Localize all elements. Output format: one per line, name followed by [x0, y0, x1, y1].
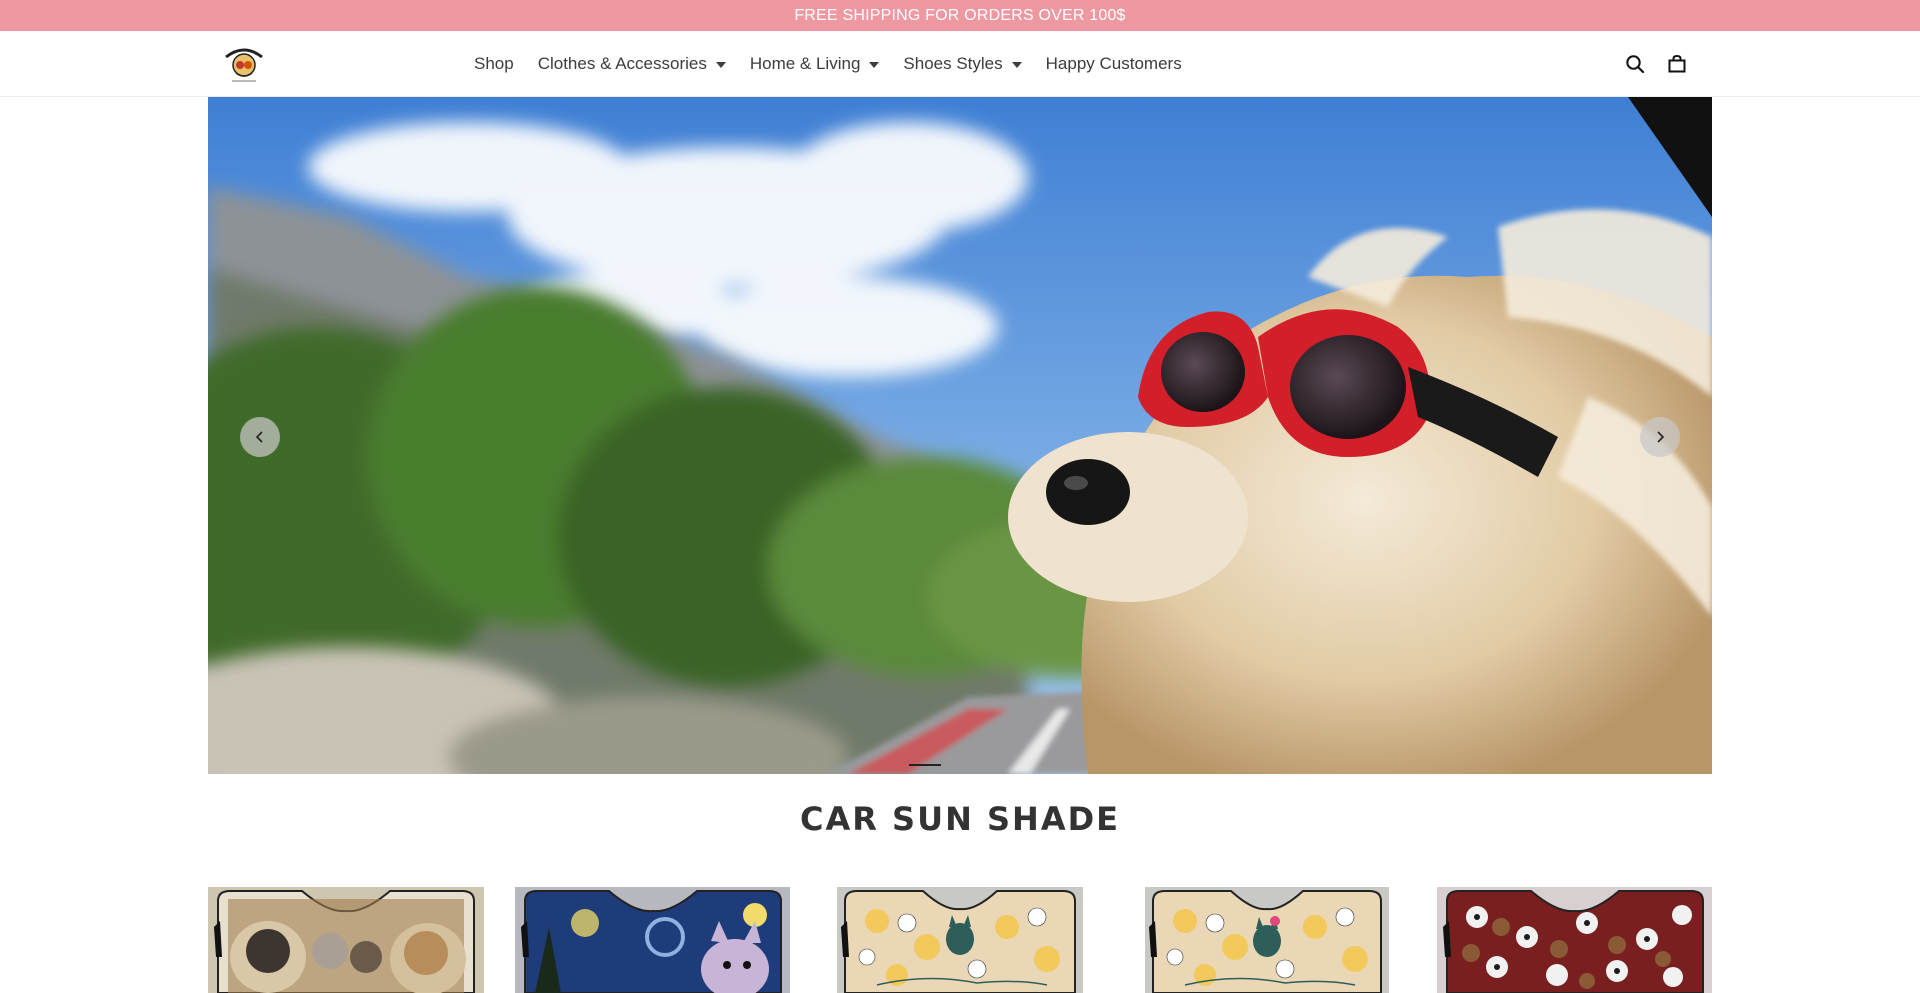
announcement-text: FREE SHIPPING FOR ORDERS OVER 100$: [794, 6, 1126, 24]
slider-dots: [909, 764, 941, 766]
header-actions: [1624, 31, 1688, 97]
product-card[interactable]: [1437, 887, 1712, 993]
logo-icon: [225, 48, 263, 82]
store-logo[interactable]: [222, 43, 266, 83]
product-image: [1145, 887, 1389, 993]
nav-item-shoes-styles[interactable]: Shoes Styles: [903, 31, 1022, 97]
product-card[interactable]: [515, 887, 790, 993]
nav-item-clothes-accessories[interactable]: Clothes & Accessories: [538, 31, 726, 97]
nav-label: Shoes Styles: [903, 54, 1003, 73]
nav-label: Clothes & Accessories: [537, 54, 707, 73]
chevron-left-icon: [255, 431, 263, 443]
nav-label: Shop: [474, 54, 514, 73]
hero-slider: [208, 97, 1712, 774]
nav-label: Home & Living: [749, 54, 861, 73]
hero-dog-image: [208, 97, 1712, 774]
slider-dot[interactable]: [909, 764, 941, 766]
product-image: [515, 887, 790, 993]
section-title: CAR SUN SHADE: [800, 800, 1120, 838]
cart-button[interactable]: [1666, 53, 1688, 75]
product-image: [208, 887, 484, 993]
slider-next-button[interactable]: [1640, 417, 1680, 457]
search-button[interactable]: [1624, 53, 1646, 75]
caret-down-icon: [715, 62, 726, 68]
product-image: [1437, 887, 1712, 993]
product-card[interactable]: [837, 887, 1083, 993]
caret-down-icon: [1011, 62, 1022, 68]
main-nav: Shop Clothes & Accessories Home & Living…: [474, 31, 1206, 97]
nav-label: Happy Customers: [1045, 54, 1182, 73]
product-card[interactable]: [208, 887, 484, 993]
cart-icon: [1668, 54, 1686, 73]
announcement-bar: FREE SHIPPING FOR ORDERS OVER 100$: [0, 0, 1920, 31]
nav-item-shop[interactable]: Shop: [474, 31, 514, 97]
slider-prev-button[interactable]: [240, 417, 280, 457]
site-header: Shop Clothes & Accessories Home & Living…: [0, 31, 1920, 97]
product-image: [837, 887, 1083, 993]
search-icon: [1626, 55, 1645, 74]
nav-item-home-living[interactable]: Home & Living: [750, 31, 880, 97]
nav-item-happy-customers[interactable]: Happy Customers: [1046, 31, 1182, 97]
chevron-right-icon: [1657, 431, 1665, 443]
product-card[interactable]: [1145, 887, 1389, 993]
caret-down-icon: [869, 62, 880, 68]
